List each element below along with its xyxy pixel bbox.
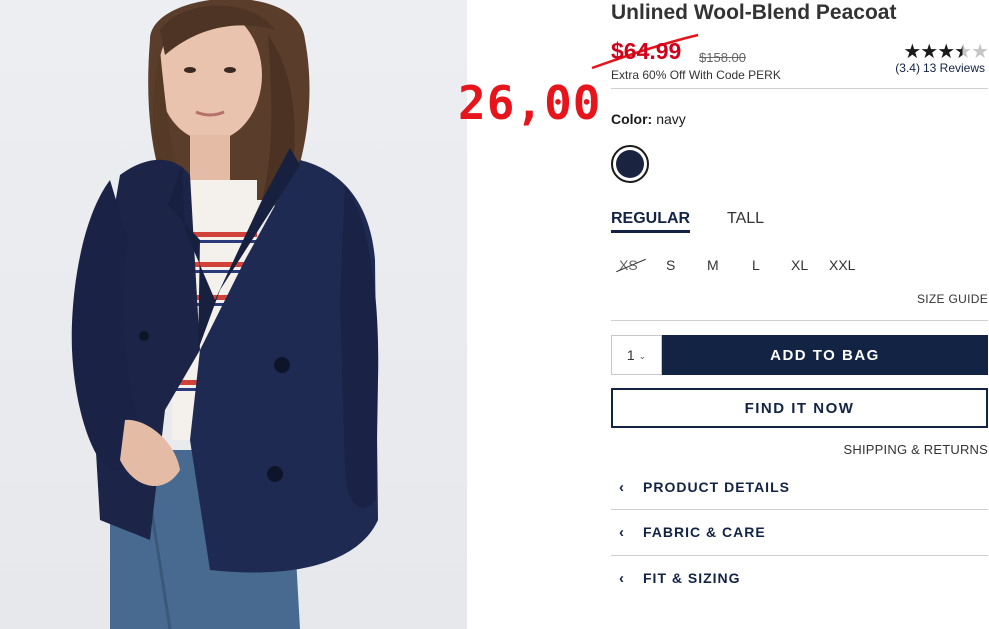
product-title: Unlined Wool-Blend Peacoat [611, 1, 897, 24]
review-count: 13 Reviews [922, 61, 985, 75]
accordion-fit-sizing[interactable]: ‹ FIT & SIZING [611, 556, 988, 600]
sale-price: $64.99 [611, 38, 682, 64]
half-star-icon: ★ [954, 41, 972, 63]
chevron-left-icon: ‹ [619, 478, 624, 496]
quantity-value: 1 [626, 347, 635, 363]
handwritten-price-annotation: 26,00 [458, 76, 602, 130]
accordion-product-details[interactable]: ‹ PRODUCT DETAILS [611, 465, 988, 509]
empty-star-icon: ★ [971, 41, 989, 63]
filled-stars-icon: ★★★ [903, 41, 955, 63]
product-image [0, 0, 467, 629]
chevron-left-icon: ‹ [619, 569, 624, 587]
reviews-link[interactable]: (3.4) 13 Reviews [895, 61, 988, 75]
find-it-now-button[interactable]: FIND IT NOW [611, 388, 988, 428]
add-to-bag-button[interactable]: ADD TO BAG [662, 335, 988, 375]
tab-tall[interactable]: TALL [727, 210, 764, 230]
size-m[interactable]: M [707, 257, 719, 273]
chevron-left-icon: ‹ [619, 523, 624, 541]
shipping-returns-link[interactable]: SHIPPING & RETURNS [844, 442, 988, 457]
model-wearing-peacoat-illustration [71, 0, 379, 629]
size-xl[interactable]: XL [791, 257, 808, 273]
accordion-fabric-care[interactable]: ‹ FABRIC & CARE [611, 510, 988, 554]
size-s[interactable]: S [666, 257, 675, 273]
color-value: navy [656, 111, 686, 127]
color-label-key: Color: [611, 111, 653, 127]
rating-value: (3.4) [895, 61, 920, 75]
accordion-label: FABRIC & CARE [643, 524, 766, 540]
color-label: Color: navy [611, 111, 686, 127]
swatch-fill [616, 150, 644, 178]
promo-text: Extra 60% Off With Code PERK [611, 68, 781, 82]
size-xs[interactable]: XS [616, 257, 646, 273]
color-swatch-navy[interactable] [611, 145, 649, 183]
size-guide-link[interactable]: SIZE GUIDE [917, 292, 988, 306]
size-l[interactable]: L [752, 257, 760, 273]
accordion-label: PRODUCT DETAILS [643, 479, 790, 495]
size-xxl[interactable]: XXL [829, 257, 855, 273]
original-price: $158.00 [699, 50, 746, 65]
divider [611, 88, 988, 89]
quantity-select[interactable]: 1 ⌄ [611, 335, 662, 375]
accordion-label: FIT & SIZING [643, 570, 741, 586]
chevron-down-icon: ⌄ [638, 350, 647, 361]
tab-regular[interactable]: REGULAR [611, 210, 691, 233]
divider [611, 320, 988, 321]
